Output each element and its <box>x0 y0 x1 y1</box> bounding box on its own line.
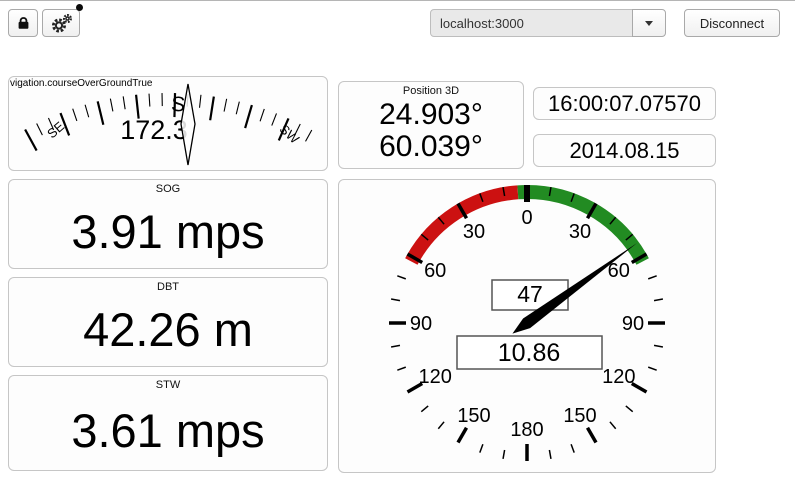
stw-value: 3.61 mps <box>71 404 265 457</box>
compass-path-label: vigation.courseOverGroundTrue <box>10 78 153 89</box>
gauge-tick <box>647 275 657 280</box>
gauge-tick <box>420 405 429 413</box>
compass-tick <box>271 113 278 126</box>
gauge-tick <box>390 298 401 302</box>
compass-tick <box>109 98 114 112</box>
gauge-scale-label: 120 <box>602 366 635 388</box>
gauge-angle-value: 47 <box>517 281 543 307</box>
compass-tick <box>305 129 313 142</box>
gauge-tick <box>456 426 469 444</box>
gauge-tick <box>609 421 617 430</box>
gauge-tick <box>653 344 664 348</box>
position-title: Position 3D <box>402 85 460 97</box>
compass-tick <box>148 93 151 107</box>
compass-tick <box>96 101 105 125</box>
wind-gauge-dial: 03060901201501801501209060304710.86 <box>389 185 665 461</box>
latitude-value: 24.903° <box>379 98 483 131</box>
gauge-tick <box>479 443 484 453</box>
disconnect-button[interactable]: Disconnect <box>684 9 780 37</box>
server-address-text: localhost:3000 <box>440 15 524 31</box>
compass-tick <box>122 96 126 110</box>
compass-tick <box>198 94 202 108</box>
time-value: 16:00:07.07570 <box>548 90 701 116</box>
dbt-widget: DBT 42.26 m <box>8 277 328 367</box>
gears-icon <box>52 13 73 32</box>
gauge-tick <box>585 426 598 444</box>
gauge-scale-label: 90 <box>410 313 432 335</box>
gauge-scale-label: 180 <box>510 419 543 441</box>
gauge-scale-label: 30 <box>569 221 591 243</box>
gauge-tick <box>548 449 552 460</box>
compass-tick <box>209 96 215 121</box>
compass-tick <box>235 101 240 115</box>
position-widget: Position 3D 24.903° 60.039° <box>338 81 524 169</box>
server-dropdown-button[interactable] <box>632 9 666 37</box>
stw-title: STW <box>155 379 181 391</box>
lock-icon <box>18 17 28 29</box>
gauge-tick <box>397 275 407 280</box>
compass-tick <box>223 98 228 112</box>
sog-value: 3.91 mps <box>71 205 265 258</box>
gauge-scale-label: 60 <box>424 260 446 282</box>
compass-tick <box>72 108 78 122</box>
gauge-scale-label: 150 <box>457 405 490 427</box>
compass-tick <box>259 108 265 122</box>
gauge-tick <box>502 449 506 460</box>
dbt-value: 42.26 m <box>83 303 253 356</box>
compass-tick <box>244 104 253 129</box>
chevron-down-icon <box>645 20 653 26</box>
time-widget: 16:00:07.07570 <box>533 87 716 120</box>
gauge-tick <box>625 405 634 413</box>
compass-value: 172.3 <box>120 115 188 145</box>
gauge-tick <box>647 366 657 371</box>
compass-tick <box>36 123 43 136</box>
settings-button[interactable] <box>42 9 80 37</box>
gauge-scale-label: 150 <box>563 405 596 427</box>
gauge-scale-label: 30 <box>463 221 485 243</box>
notification-dot <box>76 4 83 11</box>
gauge-scale-label: 90 <box>622 313 644 335</box>
gauge-speed-value: 10.86 <box>498 339 561 367</box>
sog-title: SOG <box>155 183 181 195</box>
longitude-value: 60.039° <box>379 130 483 163</box>
gauge-scale-label: 120 <box>419 366 452 388</box>
dbt-title: DBT <box>157 281 179 293</box>
date-value: 2014.08.15 <box>569 137 680 163</box>
date-widget: 2014.08.15 <box>533 134 716 167</box>
lock-button[interactable] <box>8 9 38 37</box>
gauge-tick <box>397 366 407 371</box>
gauge-tick <box>653 298 664 302</box>
compass-cardinal-sw: SW <box>277 121 303 147</box>
gauge-tick <box>570 443 575 453</box>
compass-widget: vigation.courseOverGroundTrue S SE SW 172.3 <box>8 76 328 171</box>
gauge-tick <box>390 344 401 348</box>
stw-widget: STW 3.61 mps <box>8 375 328 471</box>
server-input[interactable]: localhost:3000 <box>430 9 633 37</box>
compass-tick <box>84 104 90 118</box>
compass-dial: SSE SW172.3 <box>24 83 313 166</box>
gauge-tick <box>437 421 445 430</box>
gauge-scale-label: 0 <box>521 207 532 229</box>
sog-widget: SOG 3.91 mps <box>8 179 328 269</box>
compass-tick <box>24 128 38 152</box>
wind-gauge-widget: 0 30 60 90 120 150 180 150 120 90 60 30 47 10.86 <box>338 179 716 473</box>
